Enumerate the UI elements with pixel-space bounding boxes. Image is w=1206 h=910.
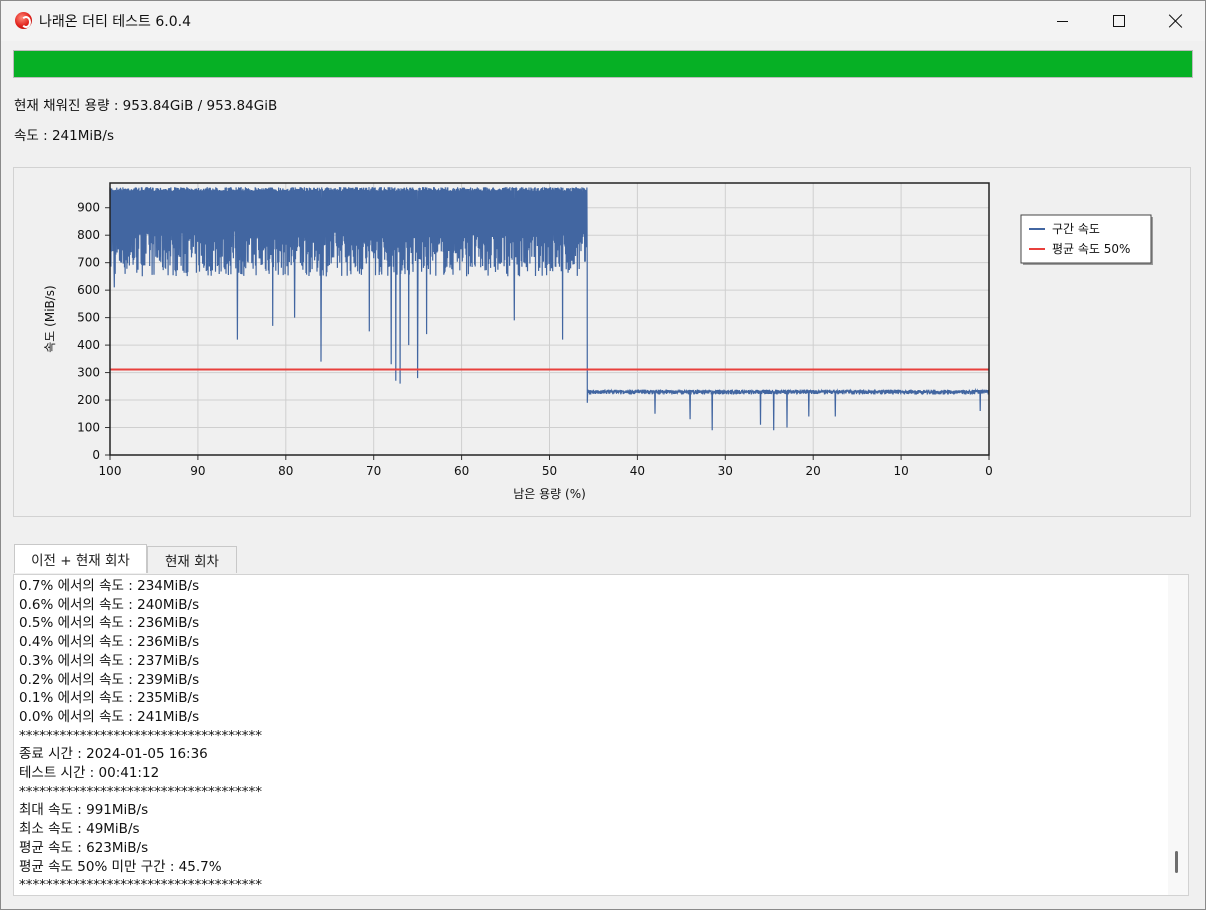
log-line: 최대 속도 : 991MiB/s — [19, 802, 149, 819]
log-line: 0.7% 에서의 속도 : 234MiB/s — [19, 578, 200, 594]
log-line: 종료 시간 : 2024-01-05 16:36 — [19, 746, 208, 763]
log-line: ************************************ — [19, 783, 262, 800]
log-line: 테스트 시간 : 00:41:12 — [19, 765, 160, 782]
x-tick-label: 10 — [893, 464, 908, 478]
y-tick-label: 700 — [77, 256, 100, 270]
log-line: 0.6% 에서의 속도 : 240MiB/s — [19, 596, 200, 613]
x-tick-label: 80 — [278, 464, 293, 478]
x-tick-label: 60 — [454, 464, 469, 478]
window-title: 나래온 더티 테스트 6.0.4 — [39, 14, 192, 30]
log-line: 0.4% 에서의 속도 : 236MiB/s — [19, 634, 200, 651]
close-icon — [1169, 14, 1183, 28]
y-tick-label: 0 — [92, 448, 100, 462]
speed-chart: 100 90 80 70 60 50 40 30 20 10 0010020030040050060… — [43, 182, 1153, 501]
x-tick-label: 30 — [718, 464, 733, 478]
app-logo-icon — [15, 12, 32, 29]
fill-progress-bar — [13, 50, 1193, 78]
maximize-icon — [1113, 15, 1125, 27]
filled-capacity-text: 현재 채워진 용량 : 953.84GiB / 953.84GiB — [14, 98, 278, 114]
log-line: ************************************ — [19, 727, 262, 744]
close-button[interactable] — [1147, 1, 1205, 41]
tab-previous-and-current[interactable]: 이전 + 현재 회차 — [14, 544, 147, 573]
log-line: 0.5% 에서의 속도 : 236MiB/s — [19, 615, 200, 632]
progress-fill — [14, 51, 1192, 77]
log-line: 0.0% 에서의 속도 : 241MiB/s — [19, 708, 200, 725]
x-tick-label: 40 — [630, 464, 645, 478]
y-tick-label: 900 — [77, 201, 100, 215]
x-tick-label: 0 — [985, 464, 993, 478]
y-tick-label: 400 — [77, 338, 100, 352]
log-line: ************************************ — [19, 877, 262, 894]
x-axis-label: 남은 용량 (%) — [513, 487, 586, 501]
log-line: 0.2% 에서의 속도 : 239MiB/s — [19, 671, 200, 688]
x-tick-label: 90 — [190, 464, 205, 478]
minimize-button[interactable] — [1033, 1, 1091, 41]
maximize-button[interactable] — [1090, 1, 1148, 41]
log-line: 평균 속도 50% 미만 구간 : 45.7% — [19, 858, 222, 875]
x-tick-label: 70 — [366, 464, 381, 478]
legend-label: 평균 속도 50% — [1052, 242, 1130, 256]
log-line: 0.1% 에서의 속도 : 235MiB/s — [19, 690, 200, 707]
y-tick-label: 200 — [77, 393, 100, 407]
y-tick-label: 600 — [77, 283, 100, 297]
scroll-thumb[interactable] — [1175, 851, 1178, 873]
speed-chart-panel: 100 90 80 70 60 50 40 30 20 10 0 0 100 200 300 400 500 60… — [13, 167, 1191, 517]
y-tick-label: 800 — [77, 228, 100, 242]
tab-current-round[interactable]: 현재 회차 — [147, 546, 237, 573]
log-line: 0.3% 에서의 속도 : 237MiB/s — [19, 652, 200, 669]
y-tick-label: 300 — [77, 366, 100, 380]
x-tick-label: 20 — [806, 464, 821, 478]
title-bar[interactable]: 나래온 더티 테스트 6.0.4 — [1, 1, 1205, 41]
current-speed-text: 속도 : 241MiB/s — [14, 128, 114, 144]
x-tick-label: 50 — [542, 464, 557, 478]
y-tick-label: 100 — [77, 421, 100, 435]
legend-label: 구간 속도 — [1052, 222, 1100, 236]
y-tick-label: 500 — [77, 311, 100, 325]
log-scrollbar[interactable] — [1168, 575, 1188, 895]
log-line: 평균 속도 : 623MiB/s — [19, 839, 149, 856]
log-lines: 0.7% 에서의 속도 : 234MiB/s 0.6% 에서의 속도 : 240M… — [19, 577, 262, 895]
log-text-area[interactable]: 0.7% 에서의 속도 : 234MiB/s 0.6% 에서의 속도 : 240M… — [13, 574, 1189, 896]
minimize-icon — [1056, 20, 1068, 22]
log-line: 최소 속도 : 49MiB/s — [19, 821, 140, 838]
y-axis-label: 속도 (MiB/s) — [43, 285, 57, 352]
x-tick-label: 100 — [99, 464, 122, 478]
app-window: 나래온 더티 테스트 6.0.4 현재 채워진 용량 : 953.84GiB /… — [0, 0, 1206, 910]
